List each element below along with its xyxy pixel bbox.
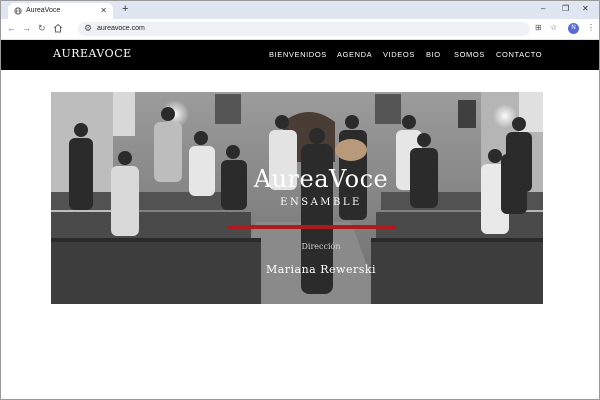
reload-icon[interactable]: ↻: [38, 23, 46, 34]
director-name: Mariana Rewerski: [265, 263, 377, 276]
nav-bio[interactable]: BIO: [426, 50, 441, 59]
forward-icon[interactable]: →: [22, 23, 31, 33]
nav-agenda[interactable]: AGENDA: [337, 50, 372, 59]
translate-icon[interactable]: ⊞: [535, 23, 542, 32]
bookmark-star-icon[interactable]: ☆: [550, 23, 557, 32]
home-icon[interactable]: [53, 23, 63, 33]
restore-icon[interactable]: ❐: [562, 4, 569, 13]
nav-bienvenidos[interactable]: BIENVENIDOS: [269, 50, 327, 59]
browser-toolbar: ← → ↻ ⚙ aureavoce.com ⊞ ☆ N ⋮: [1, 19, 599, 40]
globe-icon: [14, 7, 22, 15]
accent-bar: [227, 225, 395, 229]
close-tab-icon[interactable]: ✕: [100, 6, 107, 15]
close-window-icon[interactable]: ✕: [582, 4, 589, 13]
tab-aureavoce[interactable]: AureaVoce ✕: [8, 3, 113, 19]
browser-window: AureaVoce ✕ + – ❐ ✕ ← → ↻ ⚙ aureavoce.co…: [1, 1, 599, 399]
menu-icon[interactable]: ⋮: [587, 23, 595, 32]
minimize-icon[interactable]: –: [541, 4, 545, 13]
profile-avatar[interactable]: N: [568, 23, 579, 34]
site-logo[interactable]: AUREAVOCE: [53, 47, 132, 60]
tab-strip: AureaVoce ✕ + – ❐ ✕: [1, 1, 599, 19]
nav-contacto[interactable]: CONTACTO: [496, 50, 542, 59]
url-text: aureavoce.com: [97, 25, 145, 32]
hero-banner: AureaVoce ENSAMBLE Dirección Mariana Rew…: [51, 92, 543, 304]
back-icon[interactable]: ←: [7, 23, 16, 33]
hero-subtitle: ENSAMBLE: [280, 197, 362, 208]
nav-somos[interactable]: SOMOS: [454, 50, 485, 59]
address-bar[interactable]: ⚙ aureavoce.com: [78, 22, 530, 36]
new-tab-button[interactable]: +: [122, 3, 128, 15]
nav-videos[interactable]: VIDEOS: [383, 50, 415, 59]
tab-title: AureaVoce: [26, 7, 61, 14]
director-label: Dirección: [301, 242, 341, 251]
site-info-icon[interactable]: ⚙: [84, 23, 92, 34]
hero-title: AureaVoce: [253, 165, 389, 193]
site-header: AUREAVOCE BIENVENIDOS AGENDA VIDEOS BIO …: [1, 40, 599, 70]
